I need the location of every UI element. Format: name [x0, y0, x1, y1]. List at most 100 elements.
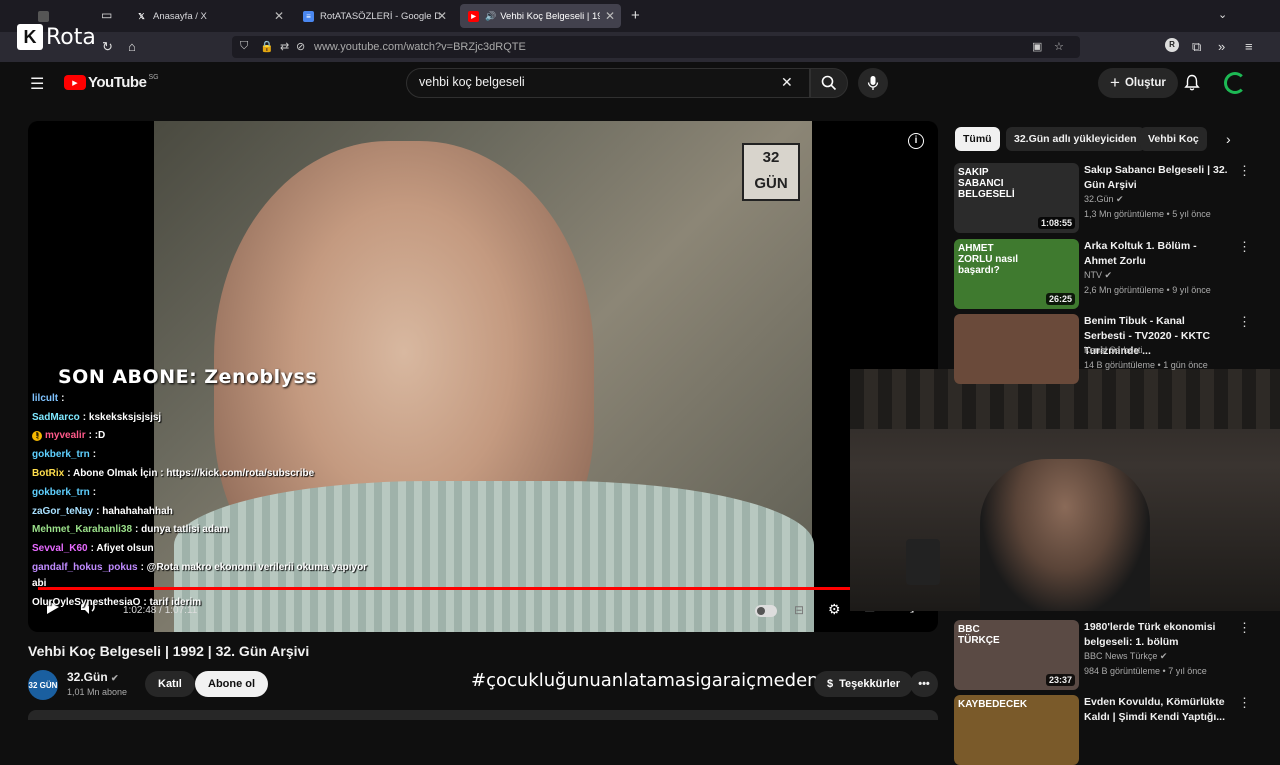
video-duration: 1:08:55 — [1037, 217, 1075, 229]
recommended-channel-name[interactable]: NTV ✔ — [1084, 270, 1112, 281]
video-thumbnail[interactable]: AHMET ZORLU nasıl başardı? 26:25 — [954, 239, 1079, 309]
chip-vehbi-koc[interactable]: Vehbi Koç — [1140, 127, 1207, 151]
video-thumbnail[interactable]: BBC TÜRKÇE 23:37 — [954, 620, 1079, 690]
subscribe-button[interactable]: Abone ol — [195, 671, 269, 697]
chat-message: gandalf_hokus_pokus: @Rota makro ekonomi… — [32, 562, 367, 573]
create-button[interactable]: + Oluştur — [1098, 68, 1178, 98]
microphone-icon — [867, 76, 879, 90]
voice-search-button[interactable] — [858, 68, 888, 98]
close-icon[interactable]: ✕ — [437, 9, 447, 23]
channel-avatar[interactable]: 32 GÜN — [28, 670, 58, 700]
reload-icon[interactable]: ↻ — [102, 39, 113, 55]
chips-next-chevron-icon[interactable]: › — [1226, 131, 1231, 147]
profile-icon[interactable]: R — [1165, 38, 1179, 52]
lock-icon[interactable]: 🔒 — [260, 40, 274, 53]
more-vertical-icon[interactable]: ⋮ — [1238, 620, 1251, 636]
thanks-button[interactable]: $ Teşekkürler — [814, 671, 914, 697]
recommended-video[interactable]: BBC TÜRKÇE 23:37 1980'lerde Türk ekonomisi… — [954, 620, 1254, 690]
recommended-video-meta: 2,6 Mn görüntüleme • 9 yıl önce — [1084, 285, 1211, 295]
recommended-video-title[interactable]: Evden Kovuldu, Kömürlükte Kaldı | Şimdi … — [1084, 695, 1229, 725]
recommended-video[interactable]: KAYBEDECEK Evden Kovuldu, Kömürlükte Kald… — [954, 695, 1254, 765]
k-logo-icon: K — [17, 24, 43, 50]
channel-name[interactable]: 32.Gün ✔ — [67, 670, 119, 684]
chat-text: abi — [32, 578, 47, 589]
progress-bar[interactable] — [38, 587, 928, 590]
url-text[interactable]: www.youtube.com/watch?v=BRZjc3dRQTE — [314, 41, 526, 53]
recommended-video[interactable]: AHMET ZORLU nasıl başardı? 26:25 Arka Kolt… — [954, 239, 1254, 309]
close-icon[interactable]: ✕ — [274, 9, 284, 23]
mute-icon[interactable]: ⊘ — [296, 40, 305, 53]
last-subscriber-banner: SON ABONE: Zenoblyss — [58, 366, 318, 388]
menu-icon[interactable]: ≡ — [1245, 39, 1253, 54]
clear-search-icon[interactable]: ✕ — [781, 74, 793, 91]
video-duration: 26:25 — [1045, 293, 1075, 305]
tab-overview-icon[interactable]: ▭ — [101, 8, 112, 22]
chat-username: OlurOyleSynesthesiaO — [32, 597, 141, 608]
shield-icon[interactable]: ⛉ — [240, 40, 248, 53]
video-duration: 23:37 — [1045, 674, 1075, 686]
recommended-video-title[interactable]: 1980'lerde Türk ekonomisi belgeseli: 1. … — [1084, 620, 1229, 650]
recommended-video[interactable]: Benim Tibuk - Kanal Serbesti - TV2020 - … — [954, 314, 1254, 384]
recommended-video-title[interactable]: Sakıp Sabancı Belgeseli | 32. Gün Arşivi — [1084, 163, 1229, 193]
tab-youtube[interactable]: ▶ 🔊 Vehbi Koç Belgeseli | 1992 | ✕ — [460, 4, 621, 28]
video-thumbnail[interactable] — [954, 314, 1079, 384]
chat-message: gokberk_trn: — [32, 449, 96, 460]
chat-message: OlurOyleSynesthesiaO: tarif iderim — [32, 597, 201, 608]
permissions-icon[interactable]: ⇄ — [280, 40, 289, 53]
thumbnail-text: BBC TÜRKÇE — [958, 624, 1000, 646]
chat-username: gandalf_hokus_pokus — [32, 562, 138, 573]
chat-message: lilcult: — [32, 393, 64, 404]
chat-message: BotRix: Abone Olmak İçin : https://kick.… — [32, 468, 314, 479]
thanks-label: Teşekkürler — [839, 678, 901, 690]
address-bar[interactable]: ⛉ 🔒 ⇄ ⊘ www.youtube.com/watch?v=BRZjc3dR… — [232, 36, 1080, 58]
picture-in-picture-icon[interactable]: ▣ — [1032, 40, 1042, 53]
search-input[interactable] — [419, 75, 759, 89]
more-actions-button[interactable]: ••• — [910, 671, 938, 697]
search-box[interactable]: ✕ — [406, 68, 810, 98]
autoplay-toggle[interactable] — [755, 605, 777, 617]
subtitles-icon[interactable]: ⊟ — [794, 603, 804, 617]
bookmark-star-icon[interactable]: ☆ — [1054, 40, 1064, 53]
more-vertical-icon[interactable]: ⋮ — [1238, 314, 1251, 330]
more-vertical-icon[interactable]: ⋮ — [1238, 239, 1251, 255]
speaker-icon[interactable]: 🔊 — [485, 11, 496, 22]
recommended-video[interactable]: SAKIP SABANCI BELGESELİ 1:08:55 Sakıp Saba… — [954, 163, 1254, 233]
search-button[interactable] — [810, 68, 848, 98]
video-thumbnail[interactable]: KAYBEDECEK — [954, 695, 1079, 765]
stream-hashtag: #çocukluğunuanlatamasigaraiçmeden — [471, 670, 819, 691]
chip-from-uploader[interactable]: 32.Gün adlı yükleyiciden — [1006, 127, 1145, 151]
chat-message: gokberk_trn: — [32, 487, 96, 498]
chat-message: Sevval_K60: Afiyet olsun — [32, 543, 154, 554]
new-tab-icon[interactable]: + — [631, 7, 640, 24]
recommended-channel-name[interactable]: 32.Gün ✔ — [1084, 194, 1124, 205]
more-vertical-icon[interactable]: ⋮ — [1238, 695, 1251, 711]
extensions-icon[interactable]: ⧉ — [1192, 39, 1201, 55]
notifications-bell-icon[interactable] — [1184, 74, 1200, 95]
tab-x[interactable]: 𝕏 Anasayfa / X ✕ — [128, 4, 290, 28]
more-vertical-icon[interactable]: ⋮ — [1238, 163, 1251, 179]
guide-menu-icon[interactable]: ☰ — [30, 74, 44, 94]
youtube-logo[interactable]: ▶ YouTube SG — [64, 74, 159, 91]
chat-text: : Afiyet olsun — [90, 543, 154, 554]
info-icon[interactable]: i — [908, 133, 924, 149]
recommended-channel-name[interactable]: BBC News Türkçe ✔ — [1084, 651, 1167, 662]
recommended-video-title[interactable]: Arka Koltuk 1. Bölüm - Ahmet Zorlu — [1084, 239, 1229, 269]
close-icon[interactable]: ✕ — [605, 9, 615, 23]
tab-list-chevron-icon[interactable]: ⌄ — [1218, 8, 1227, 21]
account-avatar[interactable] — [1224, 72, 1246, 94]
overflow-chevron-icon[interactable]: » — [1218, 39, 1225, 54]
description-box[interactable] — [28, 710, 938, 720]
chat-username: Sevval_K60 — [32, 543, 88, 554]
video-thumbnail[interactable]: SAKIP SABANCI BELGESELİ 1:08:55 — [954, 163, 1079, 233]
video-subject-shirt — [174, 481, 814, 632]
chat-username: SadMarco — [32, 412, 80, 423]
tab-google-docs[interactable]: ≡ RotATASÖZLERİ - Google Dokü ✕ — [295, 4, 453, 28]
join-button[interactable]: Katıl — [145, 671, 195, 697]
home-icon[interactable]: ⌂ — [128, 39, 136, 54]
thumbnail-text: SAKIP SABANCI BELGESELİ — [958, 167, 1015, 200]
chip-all[interactable]: Tümü — [955, 127, 1000, 151]
settings-gear-icon[interactable]: ⚙ — [828, 601, 841, 618]
recommended-channel-name[interactable]: Kanal Serbesti — [1084, 345, 1143, 355]
chat-username: BotRix — [32, 468, 65, 479]
stream-logo-text: Rota — [46, 24, 96, 50]
